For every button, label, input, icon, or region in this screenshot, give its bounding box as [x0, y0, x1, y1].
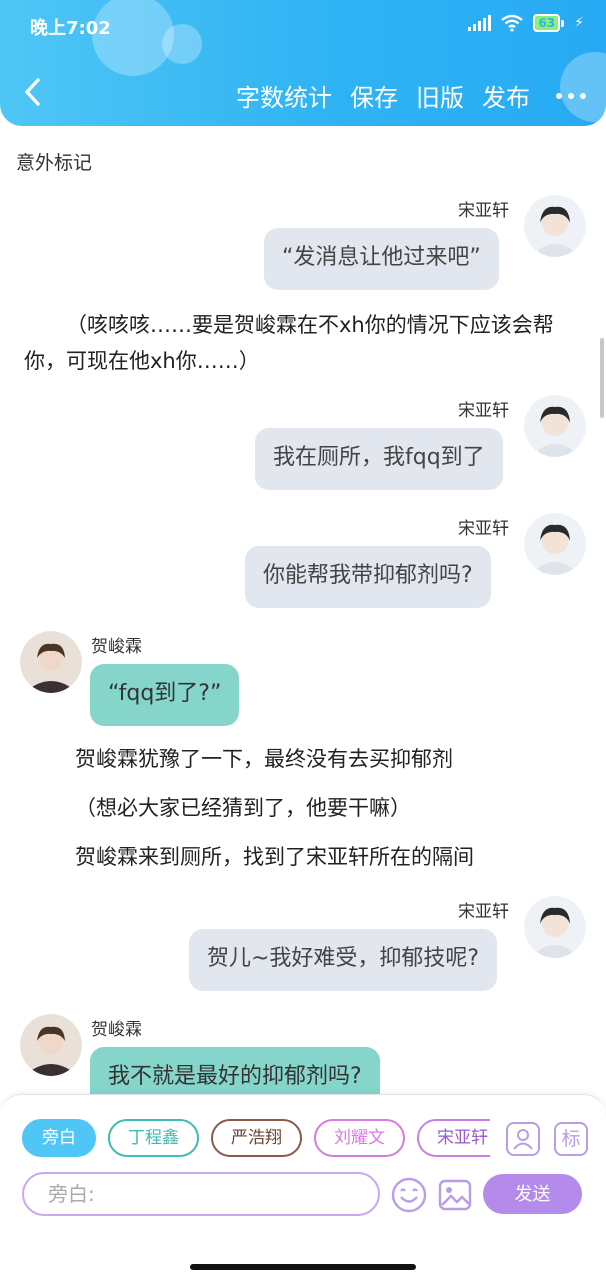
- speaker-name: 宋亚轩: [458, 519, 509, 539]
- chat-bubble[interactable]: 我在厕所，我fqq到了: [255, 428, 503, 490]
- speaker-name: 宋亚轩: [458, 401, 509, 421]
- nav-actions: 字数统计 保存 旧版 发布: [218, 78, 586, 113]
- status-time: 晚上7:02: [30, 18, 111, 39]
- status-bar: 晚上7:02 63 ⚡: [0, 0, 606, 50]
- avatar-song-yaxuan[interactable]: [524, 896, 586, 958]
- speaker-name: 贺峻霖: [91, 637, 142, 657]
- narration-text[interactable]: （咳咳咳……要是贺峻霖在不xh你的情况下应该会帮你，可现在他xh你……）: [24, 307, 584, 379]
- emoji-icon[interactable]: [390, 1176, 428, 1214]
- narration-text[interactable]: 贺峻霖来到厕所，找到了宋亚轩所在的隔间: [75, 839, 474, 875]
- chat-bubble[interactable]: 你能帮我带抑郁剂吗?: [245, 546, 491, 608]
- role-chip-narrator[interactable]: 旁白: [22, 1119, 96, 1157]
- home-indicator: [190, 1264, 416, 1270]
- speaker-name: 贺峻霖: [91, 1020, 142, 1040]
- old-version-button[interactable]: 旧版: [416, 78, 464, 113]
- send-button[interactable]: 发送: [483, 1174, 582, 1214]
- save-button[interactable]: 保存: [350, 78, 398, 113]
- speaker-name: 宋亚轩: [458, 201, 509, 221]
- message-input[interactable]: [24, 1174, 378, 1214]
- avatar-song-yaxuan[interactable]: [524, 195, 586, 257]
- more-options-icon[interactable]: [556, 92, 586, 99]
- avatar-song-yaxuan[interactable]: [524, 395, 586, 457]
- mark-icon[interactable]: 标: [554, 1122, 588, 1156]
- character-icon[interactable]: [506, 1122, 540, 1156]
- chat-bubble[interactable]: 贺儿~我好难受，抑郁技呢?: [189, 929, 498, 991]
- battery-icon: 63: [533, 14, 565, 32]
- publish-button[interactable]: 发布: [482, 78, 530, 113]
- charging-icon: ⚡: [574, 15, 584, 31]
- nav-bar: 字数统计 保存 旧版 发布: [0, 60, 606, 126]
- story-title: 意外标记: [16, 152, 93, 174]
- role-chip[interactable]: 宋亚轩: [417, 1119, 490, 1157]
- message-input-wrapper: [22, 1172, 380, 1216]
- word-count-button[interactable]: 字数统计: [236, 78, 332, 113]
- scrollbar[interactable]: [600, 338, 604, 418]
- avatar-he-junlin[interactable]: [20, 631, 82, 693]
- avatar-he-junlin[interactable]: [20, 1014, 82, 1076]
- image-icon[interactable]: [437, 1177, 473, 1213]
- avatar-song-yaxuan[interactable]: [524, 513, 586, 575]
- narration-text[interactable]: （想必大家已经猜到了，他要干嘛）: [75, 790, 411, 826]
- narration-text[interactable]: 贺峻霖犹豫了一下，最终没有去买抑郁剂: [75, 741, 453, 777]
- chat-bubble[interactable]: “fqq到了?”: [90, 664, 240, 726]
- battery-level: 63: [533, 14, 561, 32]
- speaker-name: 宋亚轩: [458, 902, 509, 922]
- wifi-icon: [501, 14, 524, 32]
- back-arrow-icon[interactable]: [18, 74, 48, 110]
- top-header: 晚上7:02 63 ⚡ 字数统计 保存 旧版 发布: [0, 0, 606, 126]
- role-chips: 旁白 丁程鑫 严浩翔 刘耀文 宋亚轩: [22, 1119, 490, 1159]
- role-chip[interactable]: 丁程鑫: [108, 1119, 199, 1157]
- chat-bubble[interactable]: “发消息让他过来吧”: [264, 228, 499, 290]
- role-chip[interactable]: 刘耀文: [314, 1119, 405, 1157]
- role-chip[interactable]: 严浩翔: [211, 1119, 302, 1157]
- signal-icon: [468, 15, 492, 31]
- status-icons: 63 ⚡: [468, 14, 584, 32]
